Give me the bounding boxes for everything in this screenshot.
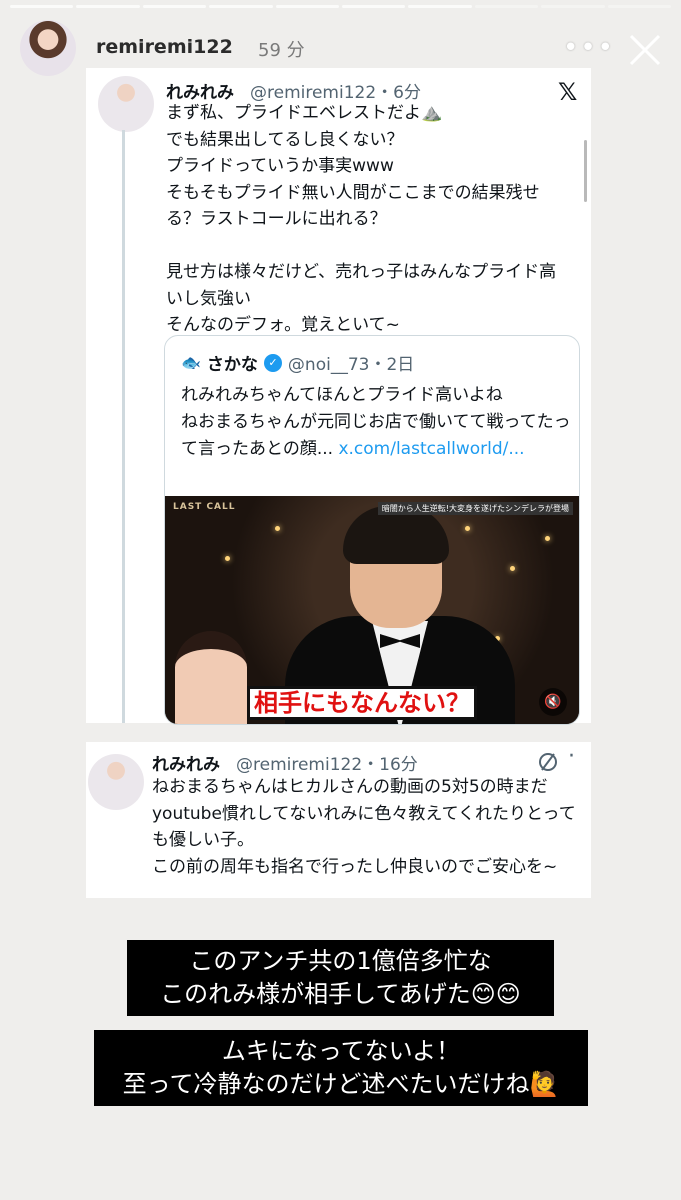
quote-author-name[interactable]: さかな (207, 350, 258, 375)
progress-segment (474, 5, 539, 8)
video-chyron: 暗闇から人生逆転!大変身を遂げたシンデレラが登場 (377, 502, 573, 515)
story-text-banner: ムキになってないよ！ 至って冷静なのだけど述べたいだけね🙋 (94, 1030, 588, 1106)
progress-segment (142, 5, 207, 8)
tweet-card[interactable]: れみれみ @remiremi122・6分 𝕏 まず私、プライドエベレストだよ⛰️… (86, 68, 591, 725)
story-text-banner: このアンチ共の1億倍多忙な このれみ様が相手してあげた😊😊 (127, 940, 554, 1016)
tweet-text: まず私、プライドエベレストだよ⛰️ でも結果出してるし良くない？ プライドってい… (166, 103, 557, 335)
video-caption: 相手にもなんない？ (247, 686, 477, 720)
tweet-author-handle: @remiremi122・16分 (236, 755, 418, 775)
tweet-more-icon[interactable]: · (568, 744, 576, 769)
tweet-author-name[interactable]: れみれみ (152, 750, 220, 775)
progress-segment (342, 5, 406, 8)
avatar[interactable] (88, 754, 144, 810)
mute-icon[interactable]: 🔇 (539, 688, 567, 716)
tweet-card[interactable]: れみれみ @remiremi122・16分 · ねおまるちゃんはヒカルさんの動画… (86, 742, 591, 898)
quote-text-block: れみれみちゃんてほんとプライド高いよね ねおまるちゃんが元同じお店で働いてて戦っ… (181, 382, 571, 463)
show-logo: LAST CALL (173, 502, 236, 512)
story-timestamp: 59 分 (258, 40, 305, 61)
progress-segment (408, 5, 472, 8)
avatar[interactable] (98, 76, 154, 132)
light-spark (545, 536, 550, 541)
video-thumbnail[interactable]: LAST CALL 暗闇から人生逆転!大変身を遂げたシンデレラが登場 相手にもな… (165, 496, 579, 724)
light-spark (225, 556, 230, 561)
close-icon[interactable] (625, 30, 665, 70)
progress-segment (275, 5, 340, 8)
light-spark (465, 526, 470, 531)
light-spark (275, 526, 280, 531)
scrollbar[interactable] (584, 140, 587, 202)
tweet-text: ねおまるちゃんはヒカルさんの動画の5対5の時まだyoutube慣れしてないれみに… (152, 777, 576, 877)
verified-badge-icon: ✓ (263, 353, 282, 372)
progress-segment (541, 5, 605, 8)
thread-line (122, 130, 125, 723)
progress-segment (607, 5, 672, 8)
story-username[interactable]: remiremi122 (96, 36, 233, 58)
quote-header: 🐟 さかな ✓ @noi__73・2日 (181, 350, 414, 375)
quoted-tweet[interactable]: 🐟 さかな ✓ @noi__73・2日 れみれみちゃんてほんとプライド高いよね … (164, 335, 580, 725)
progress-segment (76, 5, 140, 8)
quote-link[interactable]: x.com/lastcallworld/... (338, 439, 524, 459)
story-progress-bar (10, 5, 672, 8)
progress-segment (209, 5, 273, 8)
fish-avatar-icon: 🐟 (181, 353, 201, 372)
more-options-icon[interactable]: ••• (563, 35, 615, 61)
refresh-icon[interactable] (536, 750, 560, 774)
inset-woman (175, 631, 247, 724)
light-spark (510, 566, 515, 571)
progress-segment (10, 5, 74, 8)
story-avatar[interactable] (20, 20, 76, 76)
quote-author-handle: @noi__73・2日 (287, 355, 415, 375)
